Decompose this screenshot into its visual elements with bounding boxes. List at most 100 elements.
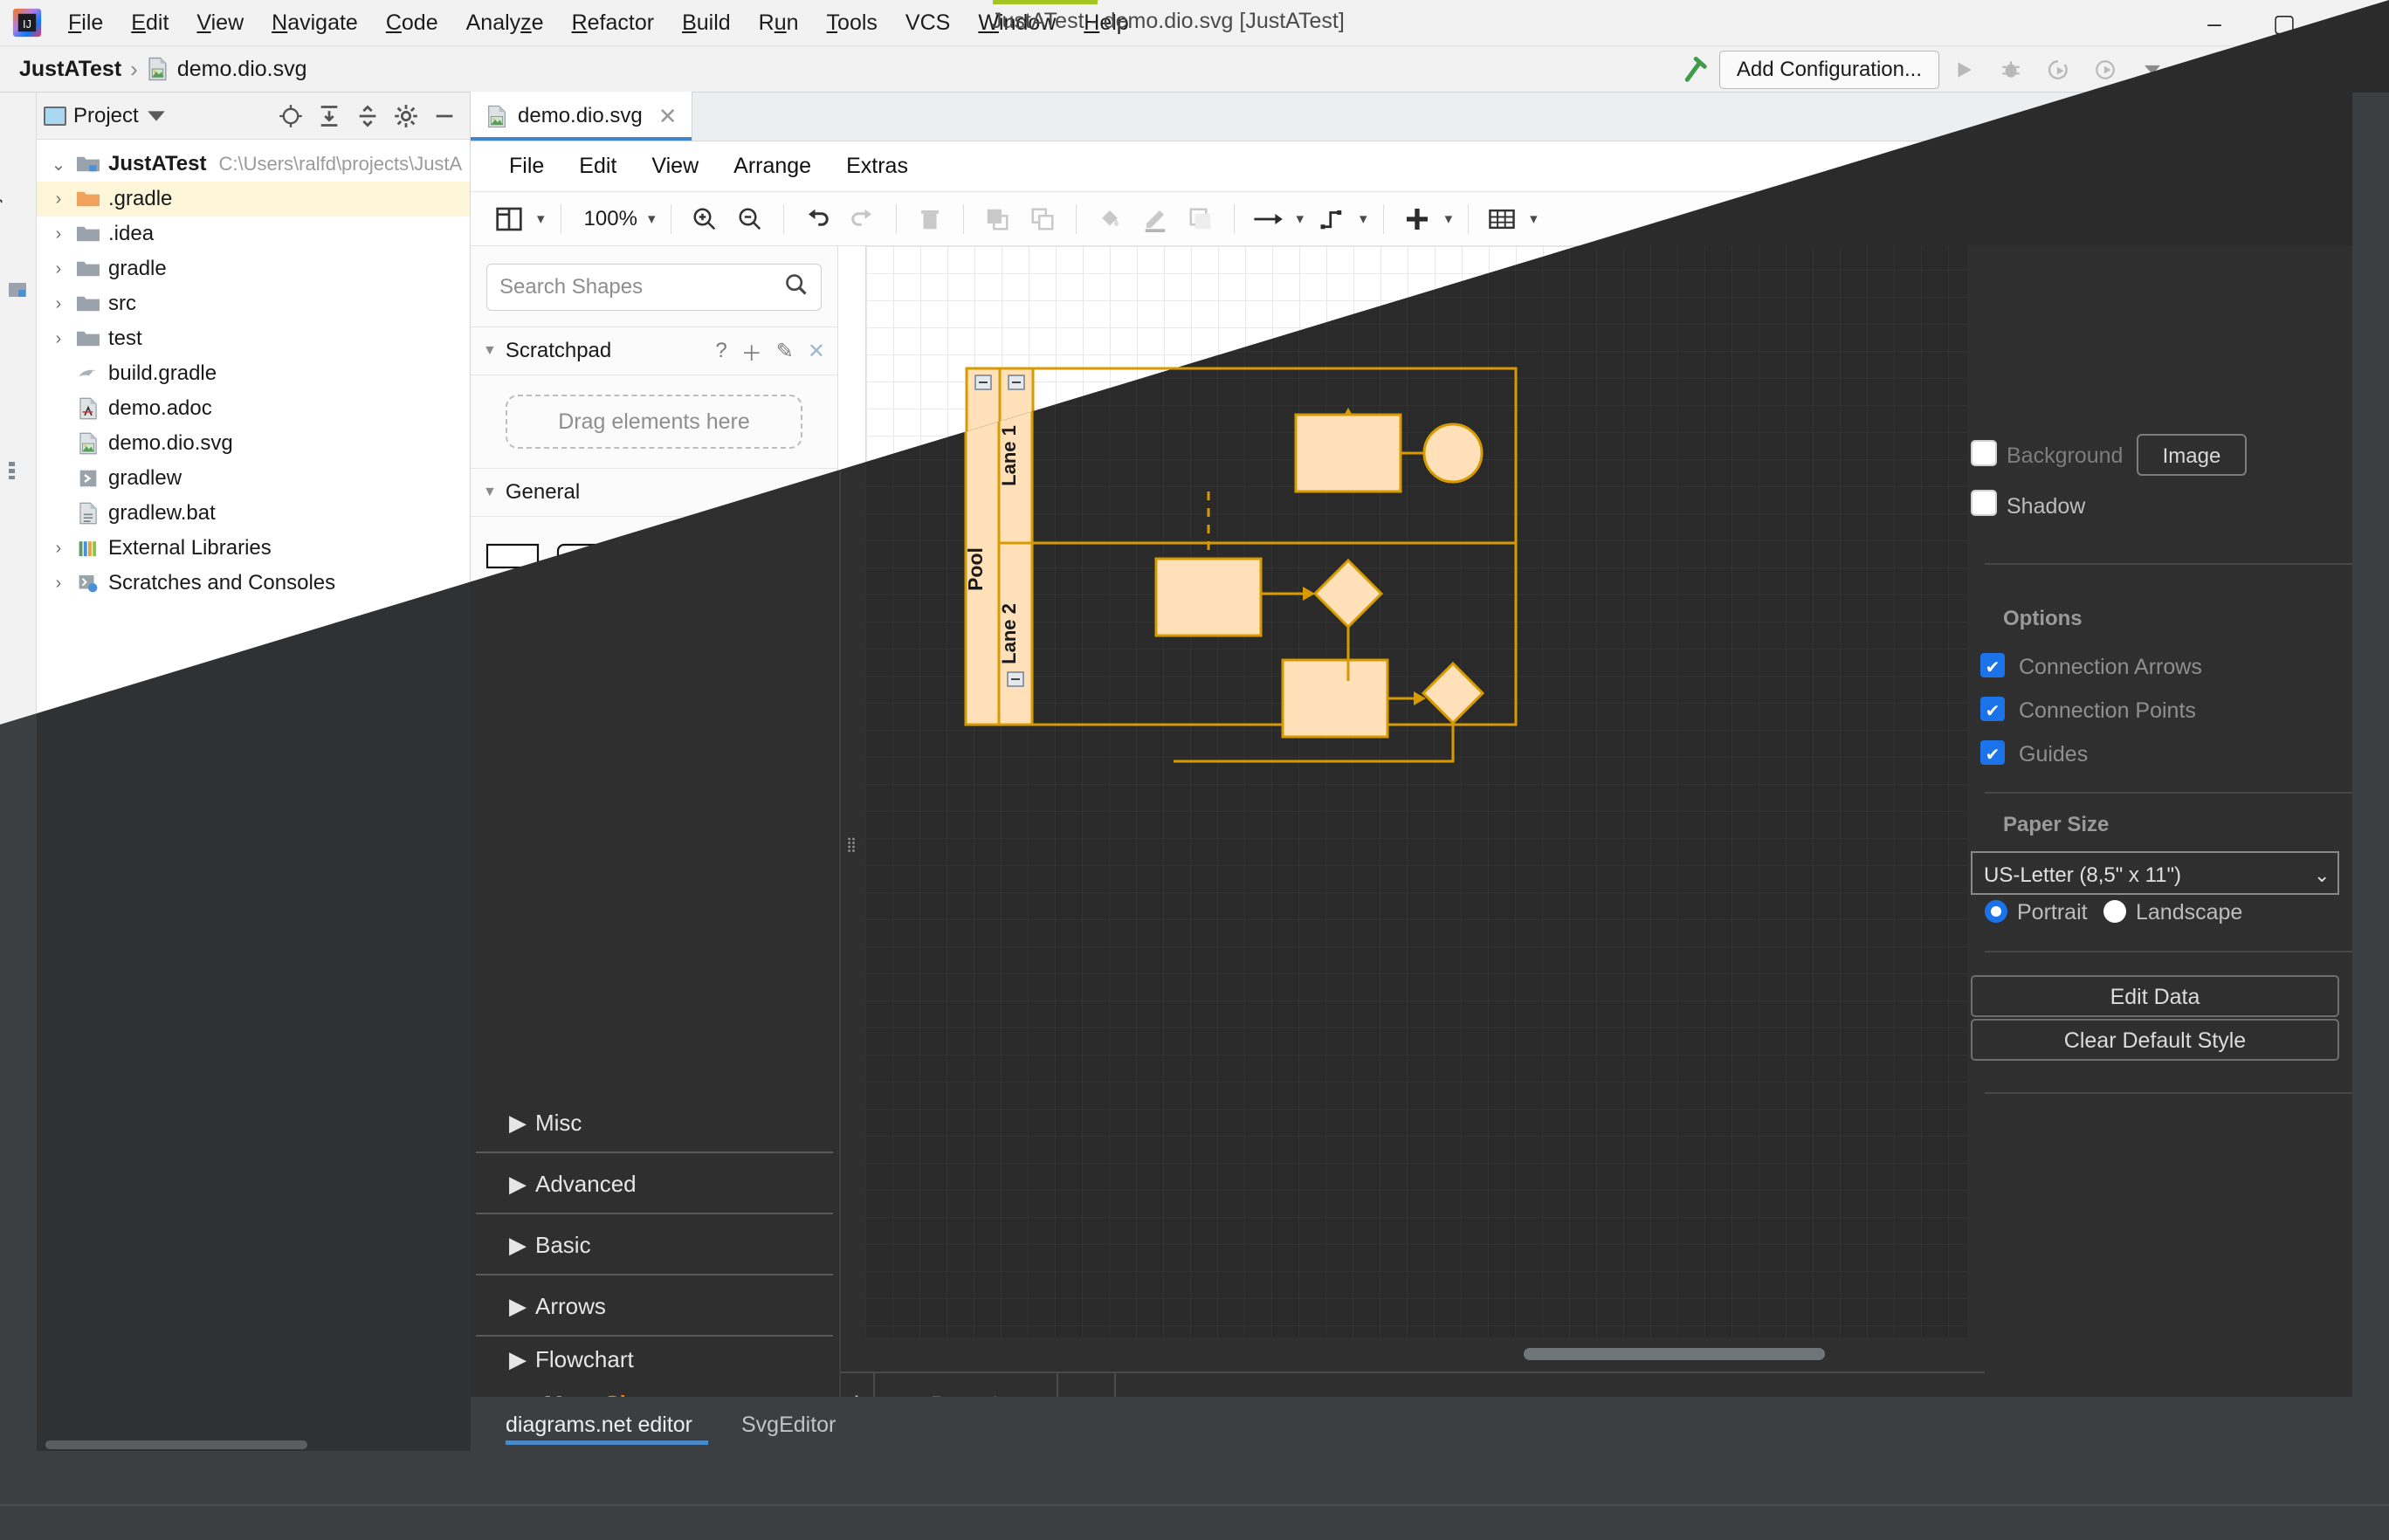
drawio-menu-file[interactable]: File — [493, 148, 560, 184]
collapse-all-icon[interactable] — [355, 103, 381, 129]
connection-arrows-checkbox[interactable] — [2005, 622, 2029, 646]
tree-row-build-gradle[interactable]: build.gradle — [37, 356, 470, 391]
chevron-down-icon[interactable]: ▾ — [1354, 210, 1373, 228]
shape-textbox-heading[interactable]: Heading — [691, 526, 760, 586]
shape-line[interactable] — [619, 897, 688, 958]
tree-row-gradlew[interactable]: gradlew — [37, 461, 470, 496]
tab-svg-editor[interactable]: SvgEditor — [734, 1399, 839, 1449]
tree-row-gradlew-bat[interactable]: gradlew.bat — [37, 496, 470, 531]
shape-data-storage[interactable] — [548, 835, 617, 896]
grid-size-input[interactable]: 10 pt — [2145, 365, 2235, 400]
menu-edit[interactable]: Edit — [117, 5, 182, 41]
shape-square[interactable] — [478, 588, 547, 648]
profile-icon[interactable] — [2083, 52, 2128, 87]
shape-grid[interactable]: Text Heading — [471, 517, 837, 1028]
connection-points-checkbox[interactable] — [2005, 665, 2029, 690]
shape-arrow[interactable] — [761, 835, 830, 896]
chevron-down-icon[interactable]: ▾ — [1291, 210, 1309, 228]
tab-style[interactable]: Style — [2141, 246, 2296, 299]
shape-card[interactable] — [548, 773, 617, 834]
zoom-level-label[interactable]: 100% — [572, 207, 643, 231]
canvas-vertical-scrollbar[interactable] — [1946, 403, 1960, 1442]
table-icon[interactable] — [1479, 198, 1525, 240]
notifications-icon[interactable] — [2351, 1513, 2375, 1534]
drawio-menubar[interactable]: File Edit View Arrange Extras — [471, 141, 2352, 192]
zoom-in-icon[interactable] — [682, 198, 727, 240]
status-services[interactable]: Services — [901, 1466, 1014, 1490]
orientation-row[interactable]: Portrait Landscape — [2005, 880, 2333, 905]
drawio-menu-arrange[interactable]: Arrange — [718, 148, 827, 184]
edit-icon[interactable]: ✎ — [776, 339, 794, 364]
maximize-button[interactable]: ▢ — [2249, 0, 2319, 46]
hide-panel-icon[interactable] — [431, 103, 458, 129]
shape-dashed-line[interactable] — [548, 897, 617, 958]
shape-and[interactable] — [478, 835, 547, 896]
help-icon[interactable]: ? — [715, 339, 726, 363]
menu-analyze[interactable]: Analyze — [452, 5, 558, 41]
shape-parallelogram[interactable] — [761, 588, 830, 648]
chevron-down-icon[interactable]: ▾ — [643, 210, 661, 228]
shape-double-arrow[interactable] — [691, 835, 760, 896]
drawio-menu-view[interactable]: View — [636, 148, 714, 184]
menu-tools[interactable]: Tools — [813, 5, 892, 41]
chevron-down-icon[interactable]: ⌄ — [44, 154, 73, 175]
locate-icon[interactable] — [278, 103, 304, 129]
shape-trapezoid[interactable] — [691, 712, 760, 772]
zoom-out-icon[interactable] — [727, 198, 773, 240]
shape-step[interactable] — [619, 712, 688, 772]
shape-text[interactable]: Text — [619, 526, 688, 586]
shape-internal-storage[interactable] — [478, 712, 547, 772]
connection-arrow-icon[interactable] — [1245, 198, 1291, 240]
stripe-tab-favorites[interactable]: Favorites — [0, 1367, 3, 1446]
breadcrumb-project[interactable]: JustATest — [19, 57, 121, 82]
view-layout-icon[interactable] — [486, 198, 532, 240]
triangle-down-icon[interactable]: ▼ — [483, 343, 497, 359]
main-menubar[interactable]: File Edit View Navigate Code Analyze Ref… — [54, 5, 1143, 41]
triangle-down-icon[interactable]: ▼ — [483, 485, 497, 500]
build-project-icon[interactable] — [2241, 52, 2286, 87]
dropdown-icon[interactable] — [2130, 52, 2175, 87]
shape-cylinder[interactable] — [619, 650, 688, 710]
status-lua-check[interactable]: LuaCheck — [742, 1465, 871, 1491]
close-icon[interactable]: ✕ — [2296, 246, 2352, 299]
expand-all-icon[interactable] — [316, 103, 342, 129]
chevron-down-icon[interactable]: ▾ — [1525, 210, 1543, 228]
shape-category-advanced[interactable]: ▶ Advanced — [471, 1168, 837, 1229]
debug-icon[interactable] — [1988, 52, 2034, 87]
landscape-radio[interactable] — [2132, 881, 2156, 904]
menu-vcs[interactable]: VCS — [892, 5, 964, 41]
menu-file[interactable]: File — [54, 5, 117, 41]
edit-data-button[interactable]: Edit Data — [2005, 943, 2333, 987]
shape-directional-connector[interactable] — [761, 897, 830, 958]
shape-actor[interactable] — [691, 773, 760, 834]
fullscreen-icon[interactable] — [2223, 198, 2269, 240]
bpmn-diagram[interactable]: Pool Lane 1 Lane 2 — [866, 246, 1966, 1337]
portrait-radio[interactable] — [2005, 881, 2028, 904]
run-icon[interactable] — [1941, 52, 1986, 87]
clear-default-style-button[interactable]: Clear Default Style — [2005, 997, 2333, 1041]
shape-triangle[interactable] — [548, 650, 617, 710]
shape-arrow-connector[interactable] — [548, 959, 617, 1020]
connection-points-row[interactable]: Connection Points — [2005, 656, 2333, 699]
status-check-style[interactable]: CS CheckStyle — [451, 1466, 592, 1490]
chevron-right-icon[interactable]: › — [44, 259, 73, 279]
add-page-button[interactable]: + — [1057, 1338, 1115, 1399]
editor-file-tab[interactable]: demo.dio.svg ✕ — [471, 92, 692, 141]
grid-row[interactable]: Grid 10 pt ▲▼ — [2005, 360, 2333, 403]
shadow-row[interactable]: Shadow — [2005, 491, 2333, 534]
format-panel-icon[interactable] — [2288, 198, 2333, 240]
project-tree[interactable]: ⌄ JustATest C:\Users\ralfd\projects\Just… — [37, 140, 470, 601]
tab-diagram[interactable]: Diagram — [1986, 246, 2141, 299]
run-coverage-icon[interactable] — [2035, 52, 2081, 87]
shape-delay[interactable] — [619, 835, 688, 896]
chevron-right-icon[interactable]: › — [44, 189, 73, 210]
shape-connector-endpoints[interactable] — [761, 959, 830, 1020]
general-section-header[interactable]: ▼ General — [471, 468, 837, 517]
tree-row-gradle[interactable]: › gradle — [37, 251, 470, 286]
tree-row-demo-dio-svg[interactable]: demo.dio.svg — [37, 426, 470, 461]
paper-size-select[interactable]: US-Letter (8,5" x 11") ⌄ — [2005, 821, 2333, 863]
shape-category-arrows[interactable]: ▶ Arrows — [471, 1290, 837, 1351]
breadcrumb[interactable]: JustATest › demo.dio.svg — [19, 56, 307, 83]
tree-row-demo-adoc[interactable]: demo.adoc — [37, 391, 470, 426]
tree-row-external-libraries[interactable]: › External Libraries — [37, 531, 470, 566]
